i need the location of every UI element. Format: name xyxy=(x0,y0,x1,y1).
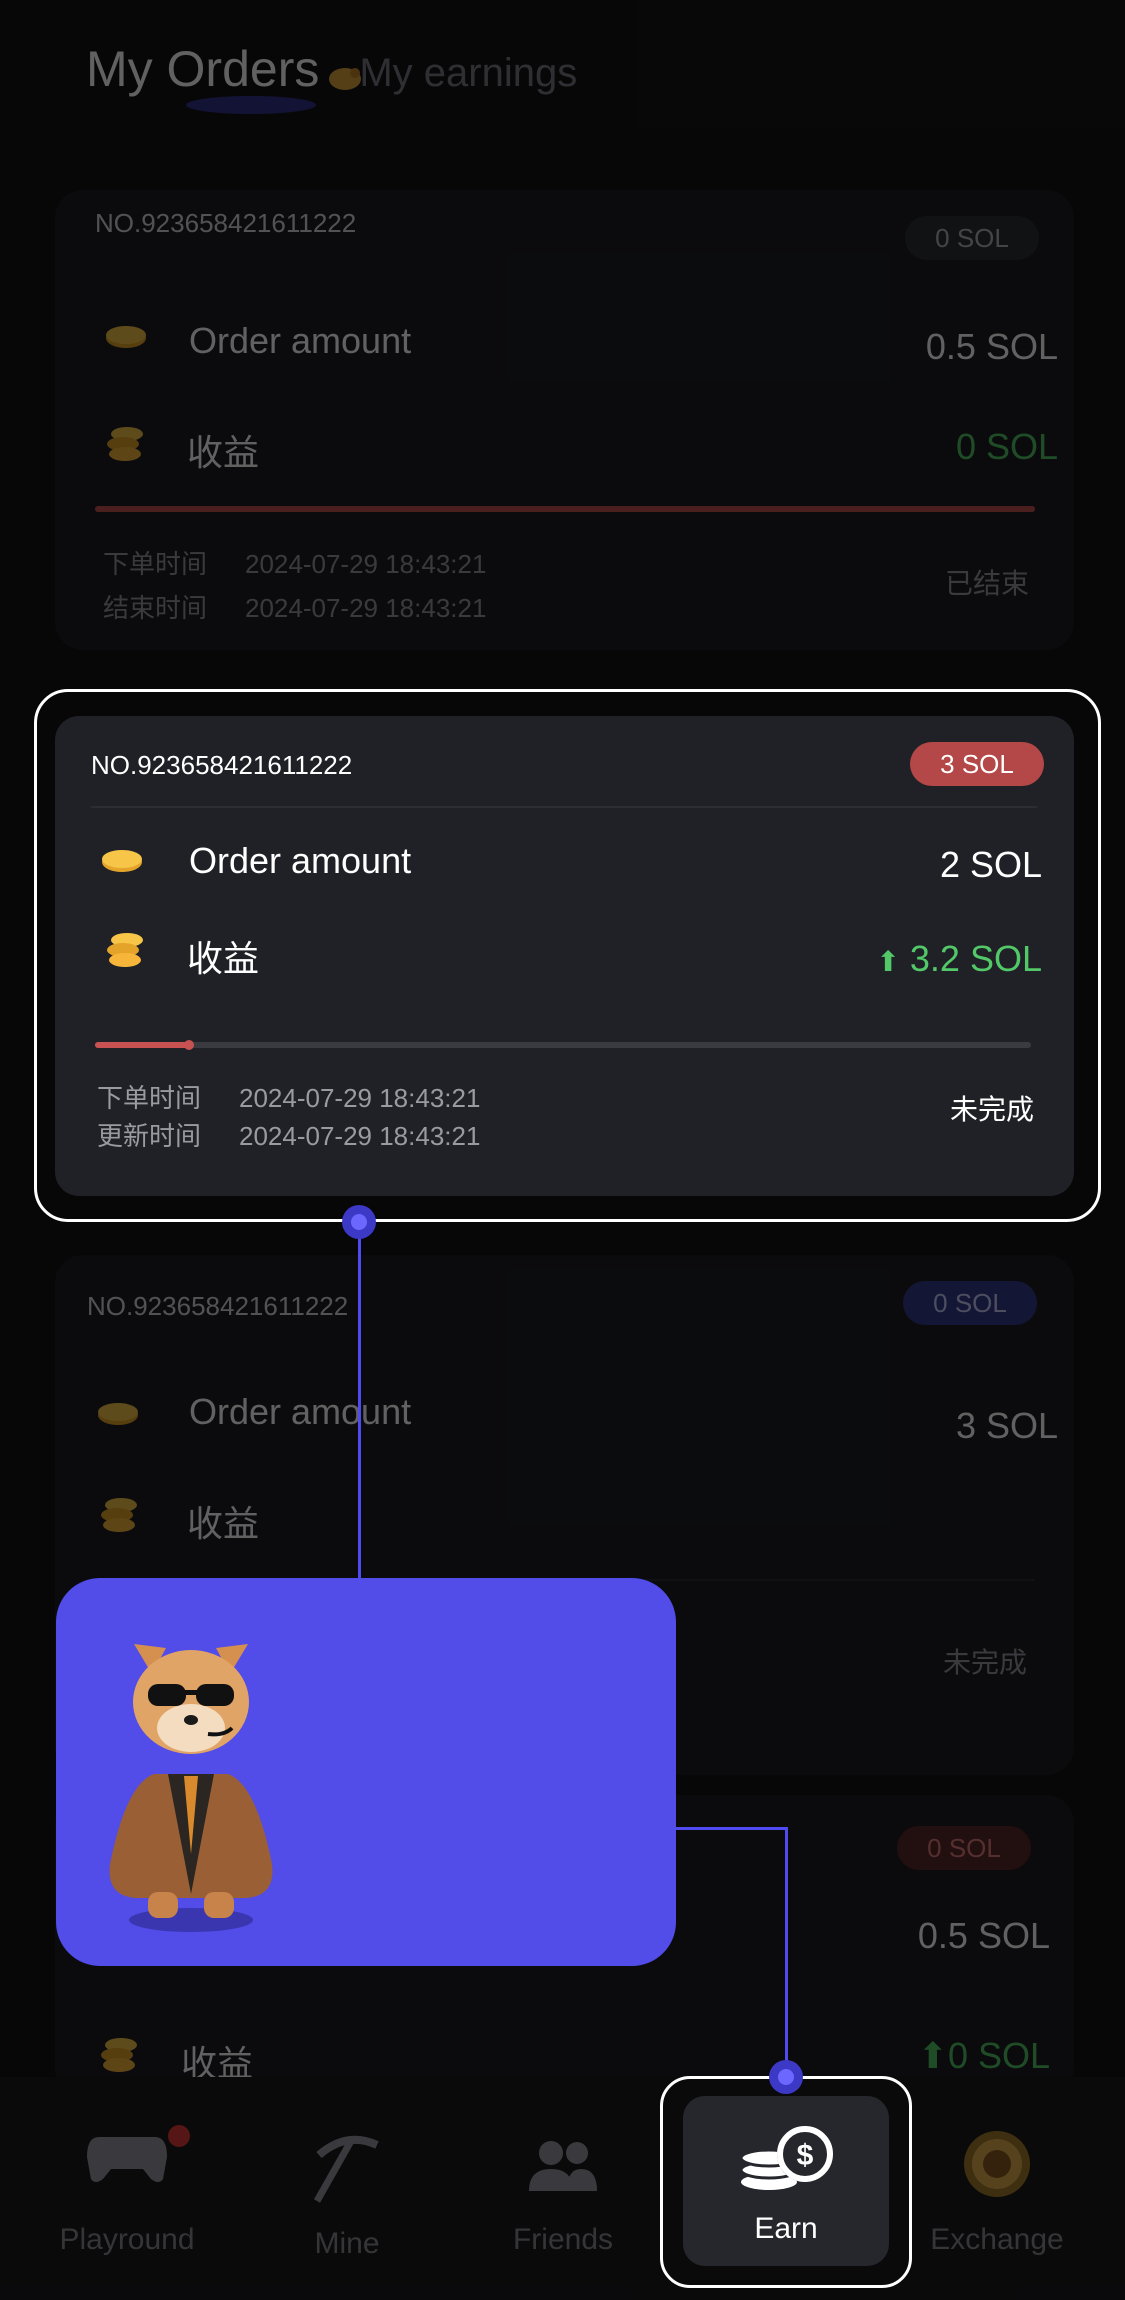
end-time: 结束时间 2024-07-29 18:43:21 xyxy=(103,593,487,623)
coin-stack-icon xyxy=(101,424,147,469)
nav-label: Mine xyxy=(314,2227,380,2260)
order-number: NO.923658421611222 xyxy=(91,750,353,780)
earnings-label: 收益 xyxy=(187,432,260,473)
coin-stack-icon xyxy=(101,930,147,975)
coin-icon xyxy=(95,1399,141,1434)
tutorial-tip-card xyxy=(56,1578,676,1966)
tab-underline xyxy=(186,96,316,114)
nav-label: Playround xyxy=(59,2223,195,2256)
friends-icon xyxy=(527,2139,599,2198)
order-card[interactable]: NO.923658421611222 0 SOL Order amount 0.… xyxy=(55,190,1074,650)
progress-bar xyxy=(95,506,1035,512)
nav-label: Friends xyxy=(512,2223,614,2256)
connector-line xyxy=(358,1222,361,1578)
coin-stack-icon xyxy=(95,1495,141,1540)
coin-stack-icon xyxy=(95,2035,141,2080)
order-number: NO.923658421611222 xyxy=(87,1291,349,1321)
progress-fill xyxy=(95,1040,194,1050)
order-amount-label: Order amount xyxy=(189,1391,412,1432)
up-arrow-icon: ⬆ xyxy=(917,2035,948,2076)
tab-my-orders-label: My Orders xyxy=(86,41,320,97)
coin-icon xyxy=(99,846,145,881)
order-amount-value: 0.5 SOL xyxy=(925,326,1058,367)
update-time: 更新时间 2024-07-29 18:43:21 xyxy=(97,1121,481,1151)
status-text: 未完成 xyxy=(943,1647,1028,1678)
nav-item-friends[interactable]: Friends xyxy=(468,2077,658,2300)
earnings-value: ⬆ 3.2 SOL xyxy=(876,938,1042,979)
up-arrow-icon: ⬆ xyxy=(876,946,900,977)
order-amount-label: Order amount xyxy=(189,320,412,361)
status-text: 未完成 xyxy=(950,1094,1035,1125)
status-badge: 0 SOL xyxy=(903,1281,1037,1325)
bottom-nav: Playround Mine Friends Exchange xyxy=(0,2077,1125,2300)
tab-my-orders[interactable]: My Orders xyxy=(86,40,362,114)
tab-my-earnings[interactable]: My earnings xyxy=(359,51,577,96)
header: My Orders My earnings xyxy=(86,40,577,114)
gamepad-icon xyxy=(85,2127,169,2192)
status-text: 已结束 xyxy=(945,568,1030,599)
order-amount-label: Order amount xyxy=(189,840,412,881)
nav-item-earn[interactable]: $ Earn xyxy=(683,2096,889,2266)
nav-label: Exchange xyxy=(930,2223,1064,2256)
order-amount-value: 0.5 SOL xyxy=(917,1915,1050,1956)
order-amount-value: 2 SOL xyxy=(939,844,1042,885)
progress-bar xyxy=(95,1040,1031,1050)
piggy-bank-icon xyxy=(325,61,365,98)
nav-item-exchange[interactable]: Exchange xyxy=(902,2077,1092,2300)
status-badge: 3 SOL xyxy=(910,742,1044,786)
pickaxe-icon xyxy=(307,2127,387,2212)
connector-dot xyxy=(769,2060,803,2094)
earnings-label: 收益 xyxy=(187,1503,260,1544)
nav-item-playround[interactable]: Playround xyxy=(32,2077,222,2300)
status-badge: 0 SOL xyxy=(897,1826,1031,1870)
connector-line xyxy=(785,1827,788,2077)
coins-dollar-icon: $ xyxy=(739,2124,837,2199)
nav-item-mine[interactable]: Mine xyxy=(252,2077,442,2300)
order-time: 下单时间 2024-07-29 18:43:21 xyxy=(103,549,487,579)
order-amount-value: 3 SOL xyxy=(955,1405,1058,1446)
notification-dot xyxy=(168,2125,190,2147)
nav-label: Earn xyxy=(754,2212,818,2245)
coin-icon xyxy=(103,322,149,357)
connector-line xyxy=(676,1827,788,1830)
shiba-mascot-icon xyxy=(96,1624,286,1939)
earnings-value: 0 SOL xyxy=(955,426,1058,467)
connector-dot xyxy=(342,1205,376,1239)
progress-knob xyxy=(183,1040,194,1050)
order-card-highlighted[interactable]: NO.923658421611222 3 SOL Order amount 2 … xyxy=(55,716,1074,1196)
earnings-value: ⬆0 SOL xyxy=(917,2035,1050,2076)
order-number: NO.923658421611222 xyxy=(95,208,357,238)
svg-text:$: $ xyxy=(797,2139,814,2172)
exchange-coin-icon xyxy=(962,2129,1032,2204)
divider xyxy=(91,806,1037,808)
earnings-label: 收益 xyxy=(187,938,260,979)
order-time: 下单时间 2024-07-29 18:43:21 xyxy=(97,1083,481,1113)
status-badge: 0 SOL xyxy=(905,216,1039,260)
